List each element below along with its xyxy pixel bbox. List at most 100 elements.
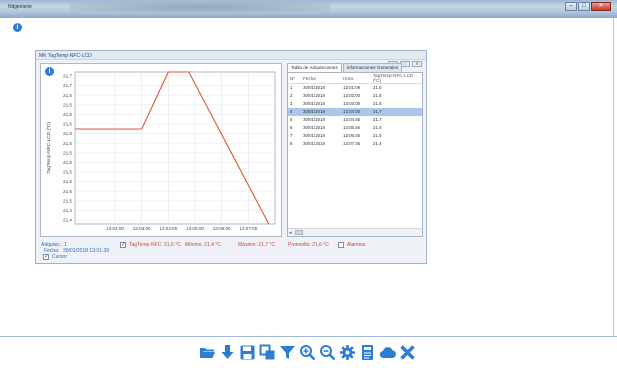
tab-bar: Tabla de Adquisiciones Informaciones Gen… (287, 63, 403, 72)
minimum-value: Mínimo: 21,4 °C (185, 242, 221, 248)
table-cell: 13:01:09 (343, 85, 361, 91)
table-row[interactable]: 3 30/01/2018 13:03:05 21,6 (288, 100, 422, 108)
minimize-button[interactable]: – (565, 2, 577, 11)
zoom-out-icon (320, 345, 336, 361)
y-tick-label: 21,6 (63, 122, 72, 127)
y-tick-label: 21,6 (63, 160, 72, 165)
table-cell: 2 (290, 93, 293, 98)
y-tick-label: 21,7 (63, 74, 72, 79)
x-tick-label: 13:07:00 (239, 226, 257, 231)
table-cell: 30/01/2018 (303, 133, 325, 138)
chart-info-icon[interactable]: i (45, 67, 54, 76)
acquisition-table-panel: Tabla de Adquisiciones Informaciones Gen… (287, 63, 423, 237)
bottom-toolbar (199, 344, 416, 362)
column-header-hora[interactable]: Hora (341, 73, 371, 84)
alarms-checkbox[interactable] (338, 242, 344, 248)
series-checkbox[interactable] (120, 241, 126, 248)
close-window-button[interactable]: ✕ (591, 2, 611, 11)
close-button[interactable] (399, 344, 416, 361)
y-tick-label: 21,4 (63, 208, 72, 213)
y-axis-label: TagTemp-NFC-LCD (ºC) (46, 122, 52, 174)
y-tick-label: 21,6 (63, 112, 72, 117)
table-cell: 30/01/2018 (303, 125, 325, 130)
table-row[interactable]: 7 30/01/2018 13:06:46 21,5 (288, 132, 422, 140)
zoom-out-button[interactable] (319, 344, 336, 361)
table-header-row: Nº Fecha Hora TagTemp-NFC-LCD (ºC) (288, 73, 422, 84)
table-row[interactable]: 8 30/01/2018 13:07:46 21,4 (288, 140, 422, 148)
table-cell: 21,7 (373, 117, 382, 122)
column-header-number[interactable]: Nº (288, 73, 301, 84)
line-chart[interactable]: 21,7 21,7 21,6 21,6 21,6 21,6 21,6 21,6 21,6 21,6… (41, 64, 283, 238)
cursor-checkbox[interactable] (43, 253, 49, 260)
y-tick-label: 21,6 (63, 150, 72, 155)
horizontal-scrollbar[interactable]: ◂ (288, 228, 422, 236)
y-tick-label: 21,6 (63, 93, 72, 98)
x-tick-label: 13:04:00 (159, 226, 177, 231)
report-button[interactable] (359, 344, 376, 361)
gear-button[interactable] (339, 344, 356, 361)
table-cell: 21,5 (373, 133, 382, 138)
y-tick-label: 21,4 (63, 218, 72, 223)
y-tick-label: 21,6 (63, 131, 72, 136)
x-tick-label: 13:06:00 (213, 226, 231, 231)
child-title-bar: MK TagTemp-NFC-LCD (36, 51, 426, 60)
cloud-icon (379, 347, 396, 359)
y-tick-label: 21,5 (63, 170, 72, 175)
table-cell: 3 (290, 101, 293, 106)
app-title-bar: Nitgenierie – □ ✕ (0, 0, 617, 18)
series-value: TagTemp-NFC: 21,6 °C (129, 242, 181, 248)
table-cell: 13:04:46 (343, 117, 361, 122)
download-icon (221, 345, 234, 359)
close-icon (400, 345, 415, 360)
table-row[interactable]: 2 30/01/2018 13:02:00 21,6 (288, 92, 422, 100)
table-cell: 21,6 (373, 101, 382, 106)
folder-open-button[interactable] (199, 344, 216, 361)
tab-informaciones-generales[interactable]: Informaciones Generales (342, 63, 403, 72)
app-title: Nitgenierie (8, 4, 32, 10)
report-icon (362, 345, 373, 360)
column-header-fecha[interactable]: Fecha (301, 73, 341, 84)
table-cell: 21,6 (373, 125, 382, 130)
child-window: MK TagTemp-NFC-LCD – □ ✕ 21,721,721,621,… (35, 50, 427, 264)
maximum-value: Máximo: 21,7 °C (238, 242, 276, 248)
table-cell: 21,6 (373, 85, 382, 91)
toolbar-divider (0, 336, 617, 337)
filter-button[interactable] (279, 344, 296, 361)
fecha-value: 30/01/2018 13:01:39 (63, 248, 109, 254)
status-row: Adquisic.: 1 Fecha: 30/01/2018 13:01:39 … (36, 239, 426, 265)
table-cell: 21,6 (373, 93, 382, 98)
table-cell: 13:03:05 (343, 101, 361, 106)
scroll-left-icon[interactable]: ◂ (289, 230, 292, 236)
table-cell: 21,4 (373, 141, 382, 146)
table-cell: 30/01/2018 (303, 117, 325, 122)
table-cell: 8 (290, 141, 293, 146)
window-controls: – □ ✕ (565, 2, 611, 11)
table-row[interactable]: 6 30/01/2018 13:05:46 21,6 (288, 124, 422, 132)
y-tick-label: 21,5 (63, 179, 72, 184)
info-icon[interactable]: i (13, 23, 22, 32)
table-cell: 30/01/2018 (301, 107, 341, 116)
y-tick-label: 21,5 (63, 189, 72, 194)
table-cell: 30/01/2018 (303, 93, 325, 98)
column-header-temperature[interactable]: TagTemp-NFC-LCD (ºC) (371, 73, 422, 84)
table-row[interactable]: 1 30/01/2018 13:01:09 21,6 (288, 84, 422, 92)
tab-tabla-adquisiciones[interactable]: Tabla de Adquisiciones (287, 63, 342, 72)
table-cell: 13:05:46 (343, 125, 361, 130)
maximize-button[interactable]: □ (578, 2, 590, 11)
copy-button[interactable] (259, 344, 276, 361)
zoom-in-button[interactable] (299, 344, 316, 361)
table-row[interactable]: 4 30/01/2018 13:04:00 21,7 (288, 107, 422, 116)
download-button[interactable] (219, 344, 236, 361)
x-tick-label: 13:02:00 (106, 226, 124, 231)
y-tick-label: 21,6 (63, 141, 72, 146)
x-tick-label: 13:03:00 (133, 226, 151, 231)
copy-icon (259, 344, 275, 360)
cloud-button[interactable] (379, 344, 396, 361)
table-row[interactable]: 5 30/01/2018 13:04:46 21,7 (288, 116, 422, 124)
save-button[interactable] (239, 344, 256, 361)
alarms-label: Alarmas (347, 242, 366, 248)
scroll-thumb[interactable] (295, 230, 303, 235)
child-window-title: MK TagTemp-NFC-LCD (39, 53, 92, 59)
table-cell: 21,7 (371, 107, 422, 116)
table-cell: 5 (290, 117, 293, 122)
